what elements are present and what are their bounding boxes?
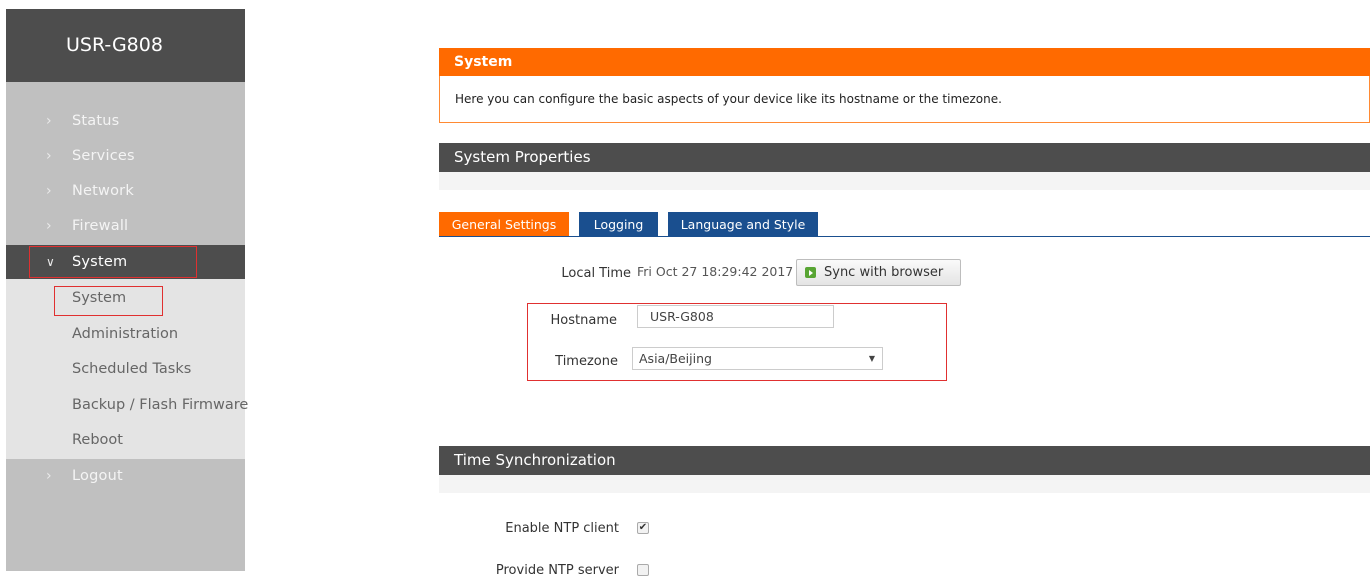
highlight-box-system-submenu bbox=[54, 286, 163, 316]
tab-language-and-style[interactable]: Language and Style bbox=[668, 212, 818, 237]
enable-ntp-label: Enable NTP client bbox=[505, 521, 619, 536]
local-time-value: Fri Oct 27 18:29:42 2017 bbox=[637, 264, 794, 279]
tab-general-settings[interactable]: General Settings bbox=[439, 212, 569, 237]
menu-item-network[interactable]: › Network bbox=[6, 174, 245, 208]
highlight-box-system-menu bbox=[29, 246, 197, 278]
system-properties-header: System Properties bbox=[439, 143, 1370, 172]
menu-item-label: Logout bbox=[72, 468, 123, 484]
menu-item-label: Network bbox=[72, 183, 134, 199]
menu-item-label: Services bbox=[72, 148, 135, 164]
provide-ntp-checkbox[interactable] bbox=[637, 564, 649, 576]
menu-item-logout[interactable]: › Logout bbox=[6, 459, 245, 493]
menu-item-label: Firewall bbox=[72, 218, 129, 234]
submenu-item-backup-flash-firmware[interactable]: Backup / Flash Firmware bbox=[72, 388, 248, 422]
menu-item-status[interactable]: › Status bbox=[6, 104, 245, 138]
chevron-right-icon: › bbox=[46, 183, 52, 199]
check-icon: ✔ bbox=[638, 522, 648, 533]
submenu-item-reboot[interactable]: Reboot bbox=[72, 423, 123, 457]
sync-with-browser-button[interactable]: Sync with browser bbox=[796, 259, 961, 286]
chevron-right-icon: › bbox=[46, 218, 52, 234]
timezone-selected-value: Asia/Beijing bbox=[639, 351, 712, 366]
section-divider bbox=[439, 172, 1370, 190]
section-divider bbox=[439, 475, 1370, 493]
page-title: System bbox=[439, 48, 1370, 76]
play-icon bbox=[805, 267, 816, 278]
chevron-right-icon: › bbox=[46, 468, 52, 484]
timezone-label: Timezone bbox=[555, 354, 618, 369]
chevron-right-icon: › bbox=[46, 148, 52, 164]
page-description: Here you can configure the basic aspects… bbox=[439, 76, 1370, 123]
sync-button-label: Sync with browser bbox=[824, 265, 944, 280]
tab-underline bbox=[439, 236, 1370, 237]
submenu-item-scheduled-tasks[interactable]: Scheduled Tasks bbox=[72, 352, 191, 386]
timezone-select[interactable]: Asia/Beijing ▼ bbox=[632, 347, 883, 370]
sidebar: USR-G808 › Status › Services › Network ›… bbox=[6, 9, 248, 571]
hostname-label: Hostname bbox=[550, 313, 617, 328]
brand-title: USR-G808 bbox=[6, 9, 245, 82]
menu-item-label: Status bbox=[72, 113, 120, 129]
chevron-right-icon: › bbox=[46, 113, 52, 129]
time-sync-header: Time Synchronization bbox=[439, 446, 1370, 475]
hostname-input[interactable]: USR-G808 bbox=[637, 305, 834, 328]
local-time-label: Local Time bbox=[561, 266, 631, 281]
menu-item-services[interactable]: › Services bbox=[6, 139, 245, 173]
dropdown-arrow-icon: ▼ bbox=[868, 354, 875, 363]
enable-ntp-checkbox[interactable]: ✔ bbox=[637, 522, 649, 534]
menu-item-firewall[interactable]: › Firewall bbox=[6, 209, 245, 243]
submenu-item-administration[interactable]: Administration bbox=[72, 317, 178, 351]
tab-logging[interactable]: Logging bbox=[579, 212, 658, 237]
